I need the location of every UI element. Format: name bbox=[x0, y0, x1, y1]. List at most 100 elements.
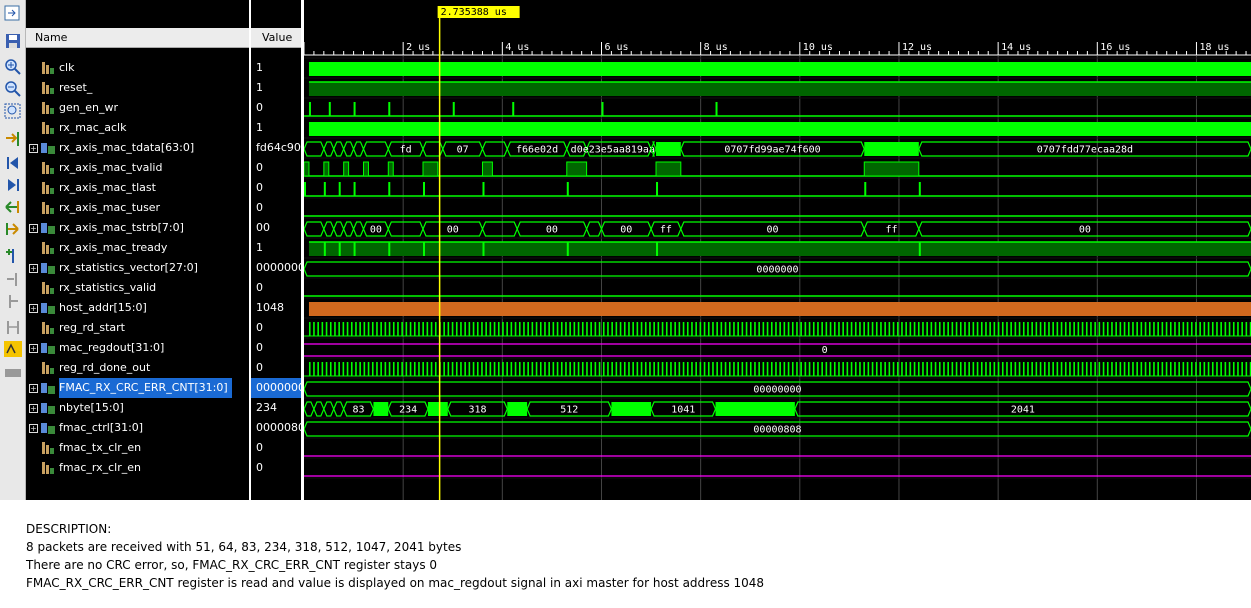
signal-row[interactable]: + FMAC_RX_CRC_ERR_CNT[31:0] bbox=[26, 378, 249, 398]
signal-row[interactable]: + host_addr[15:0] bbox=[26, 298, 249, 318]
reg-rd-start-pulse bbox=[481, 322, 483, 336]
signal-row[interactable]: reg_rd_done_out bbox=[26, 358, 249, 378]
expand-icon[interactable]: + bbox=[29, 344, 38, 353]
go-to-end-button[interactable] bbox=[3, 176, 23, 194]
tready-pulse bbox=[338, 242, 341, 256]
reg-rd-start-pulse bbox=[321, 322, 324, 336]
add-marker-button[interactable] bbox=[3, 246, 23, 264]
signal-row[interactable]: + rx_axis_mac_tdata[63:0] bbox=[26, 138, 249, 158]
float-toolbar-button[interactable] bbox=[3, 4, 23, 22]
reg-rd-done-pulse bbox=[313, 362, 315, 376]
signal-row[interactable]: rx_axis_mac_tuser bbox=[26, 198, 249, 218]
reg-rd-start-pulse bbox=[1132, 322, 1134, 336]
tready-waveform bbox=[308, 242, 1251, 256]
reg-rd-start-pulse bbox=[422, 322, 424, 336]
reg-rd-done-pulse bbox=[367, 362, 370, 376]
tdata-bus-segment bbox=[304, 141, 325, 157]
tdata-bus-label: 0707fd99ae74f600 bbox=[724, 145, 820, 156]
save-button[interactable] bbox=[3, 32, 23, 50]
reg-rd-done-pulse bbox=[321, 362, 324, 376]
reg-rd-start-pulse bbox=[766, 322, 769, 336]
tdata-bus-segment bbox=[656, 142, 681, 156]
next-transition-button[interactable] bbox=[3, 220, 23, 238]
signal-row[interactable]: rx_axis_mac_tready bbox=[26, 238, 249, 258]
reg-rd-done-pulse bbox=[577, 362, 580, 376]
reg-rd-start-pulse bbox=[1056, 322, 1059, 336]
previous-transition-button[interactable] bbox=[3, 198, 23, 216]
signal-row[interactable]: fmac_tx_clr_en bbox=[26, 438, 249, 458]
tready-pulse bbox=[482, 242, 485, 256]
signal-row[interactable]: + fmac_ctrl[31:0] bbox=[26, 418, 249, 438]
tready-pulse bbox=[422, 242, 425, 256]
previous-marker-button[interactable] bbox=[3, 270, 23, 288]
signal-row[interactable]: rx_axis_mac_tlast bbox=[26, 178, 249, 198]
tdata-bus-segment bbox=[864, 142, 919, 156]
reg-rd-start-pulse bbox=[779, 322, 781, 336]
add-marker-icon bbox=[6, 249, 14, 263]
reg-rd-done-pulse bbox=[1098, 362, 1101, 376]
reg-rd-start-pulse bbox=[577, 322, 580, 336]
swap-cursors-button[interactable] bbox=[3, 318, 23, 336]
reg-rd-start-pulse bbox=[367, 322, 370, 336]
go-to-start-button[interactable] bbox=[3, 154, 23, 172]
reg-rd-done-pulse bbox=[581, 362, 584, 376]
reg-rd-start-pulse bbox=[1090, 322, 1092, 336]
reg-rd-start-pulse bbox=[838, 322, 840, 336]
zoom-fit-button[interactable] bbox=[3, 102, 23, 120]
expand-icon[interactable]: + bbox=[29, 304, 38, 313]
signal-row[interactable]: fmac_rx_clr_en bbox=[26, 458, 249, 478]
reg-rd-start-pulse bbox=[397, 322, 399, 336]
signal-row[interactable]: rx_axis_mac_tvalid bbox=[26, 158, 249, 178]
reg-rd-done-pulse bbox=[510, 362, 513, 376]
zoom-out-button[interactable] bbox=[3, 80, 23, 98]
signal-row[interactable]: rx_mac_aclk bbox=[26, 118, 249, 138]
waveform-canvas[interactable]: 2 us 4 us 6 us 8 us 10 us 12 us 14 us 16 us 18 u… bbox=[304, 0, 1251, 500]
pulse bbox=[601, 102, 604, 116]
signal-name: rx_axis_mac_tuser bbox=[59, 201, 161, 214]
tvalid-pulse bbox=[343, 161, 350, 177]
reg-rd-done-pulse bbox=[485, 362, 487, 376]
expand-icon[interactable]: + bbox=[29, 404, 38, 413]
signal-row[interactable]: reset_ bbox=[26, 78, 249, 98]
expand-icon[interactable]: + bbox=[29, 424, 38, 433]
expand-icon[interactable]: + bbox=[29, 264, 38, 273]
reg-rd-done-pulse bbox=[703, 362, 706, 376]
signal-row[interactable]: + mac_regdout[31:0] bbox=[26, 338, 249, 358]
next-marker-button[interactable] bbox=[3, 292, 23, 310]
go-to-cursor-button[interactable] bbox=[3, 130, 23, 148]
signal-name: FMAC_RX_CRC_ERR_CNT[31:0] bbox=[59, 378, 232, 398]
expand-icon[interactable]: + bbox=[29, 224, 38, 233]
reg-rd-start-pulse bbox=[485, 322, 487, 336]
expand-icon[interactable]: + bbox=[29, 384, 38, 393]
signal-row[interactable]: + nbyte[15:0] bbox=[26, 398, 249, 418]
reg-rd-start-pulse bbox=[1069, 322, 1071, 336]
signal-row[interactable]: clk bbox=[26, 58, 249, 78]
reg-rd-start-pulse bbox=[913, 322, 916, 336]
reg-rd-start-pulse bbox=[468, 322, 471, 336]
signal-row[interactable]: rx_statistics_valid bbox=[26, 278, 249, 298]
expand-icon[interactable]: + bbox=[29, 144, 38, 153]
snap-to-transition-button[interactable] bbox=[3, 340, 23, 358]
signal-row[interactable]: gen_en_wr bbox=[26, 98, 249, 118]
reg-rd-start-pulse bbox=[586, 322, 588, 336]
reg-rd-done-pulse bbox=[775, 362, 777, 376]
signal-row[interactable]: + rx_axis_mac_tstrb[7:0] bbox=[26, 218, 249, 238]
reg-rd-done-pulse bbox=[1027, 362, 1029, 376]
name-column-header[interactable]: Name bbox=[26, 28, 249, 48]
reg-rd-done-pulse bbox=[1111, 362, 1113, 376]
reg-rd-done-pulse bbox=[573, 362, 576, 376]
reg-rd-done-pulse bbox=[678, 362, 681, 376]
expansion-button[interactable] bbox=[3, 364, 23, 382]
reg-rd-start-pulse bbox=[1241, 322, 1243, 336]
signal-row[interactable]: + rx_statistics_vector[27:0] bbox=[26, 258, 249, 278]
reg-rd-start-pulse bbox=[964, 322, 966, 336]
value-column-header[interactable]: Value bbox=[251, 28, 301, 48]
reg-rd-done-pulse bbox=[1186, 362, 1189, 376]
reg-rd-start-pulse bbox=[594, 322, 597, 336]
zoom-in-button[interactable] bbox=[3, 58, 23, 76]
reg-rd-done-pulse bbox=[1169, 362, 1172, 376]
reg-rd-done-pulse bbox=[724, 362, 727, 376]
signal-row[interactable]: reg_rd_start bbox=[26, 318, 249, 338]
pulse bbox=[308, 102, 311, 116]
reg-rd-start-pulse bbox=[1001, 322, 1004, 336]
